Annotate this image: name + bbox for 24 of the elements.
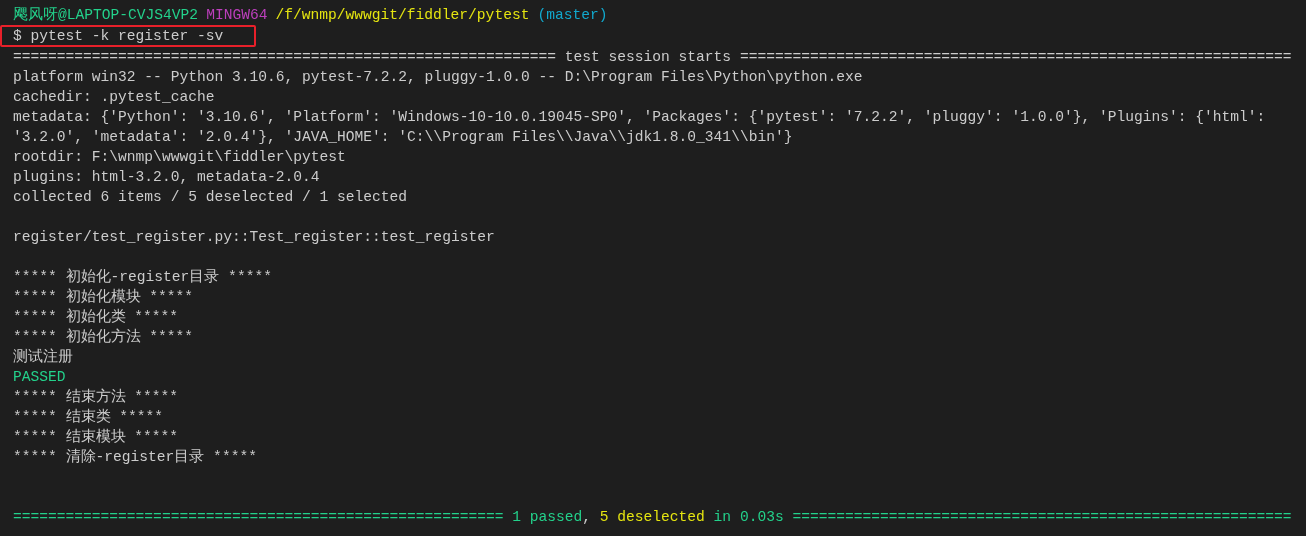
output-line: metadata: {'Python': '3.10.6', 'Platform': 'Windows-10-10.0.19045-SP0', 'Packages': {'pytest': '7.2.2', 'pluggy': '1.0.0'}, 'Plugins': {'html': (13, 109, 1266, 125)
output-line: ***** 清除-register目录 ***** (13, 449, 257, 465)
prompt-shell: MINGW64 (206, 6, 268, 25)
summary-line: ======================================================== 1 passed, 5 deselected in 0.03s ========================================================= (13, 509, 1292, 525)
output-line: ***** 初始化方法 ***** (13, 329, 194, 345)
output-line: ***** 初始化模块 ***** (13, 289, 194, 305)
prompt-user-host: 飔风呀@LAPTOP-CVJS4VP2 (13, 6, 199, 25)
output-line: ***** 结束模块 ***** (13, 429, 179, 445)
status-text: PASSED (13, 369, 66, 385)
output-line: '3.2.0', 'metadata': '2.0.4'}, 'JAVA_HOME': 'C:\\Program Files\\Java\\jdk1.8.0_341\\bin'} (13, 129, 793, 145)
output-line: 测试注册 (13, 349, 73, 365)
output-line: rootdir: F:\wnmp\wwwgit\fiddler\pytest (13, 149, 346, 165)
output-line: ***** 结束类 ***** (13, 409, 164, 425)
output-line: ============================================================== test session starts =============================================================== (13, 49, 1292, 65)
output-line: plugins: html-3.2.0, metadata-2.0.4 (13, 169, 320, 185)
output-line: ***** 结束方法 ***** (13, 389, 179, 405)
output-line: ***** 初始化-register目录 ***** (13, 269, 272, 285)
prompt-path: /f/wnmp/wwwgit/fiddler/pytest (275, 6, 530, 25)
output-line: cachedir: .pytest_cache (13, 89, 215, 105)
prompt-branch: (master) (537, 6, 608, 25)
output-line: collected 6 items / 5 deselected / 1 selected (13, 189, 408, 205)
output-line: ***** 初始化类 ***** (13, 309, 179, 325)
output-line: platform win32 -- Python 3.10.6, pytest-7.2.2, pluggy-1.0.0 -- D:\Program Files\Python\python.exe (13, 69, 863, 85)
output-line: register/test_register.py::Test_register::test_register (13, 229, 495, 245)
